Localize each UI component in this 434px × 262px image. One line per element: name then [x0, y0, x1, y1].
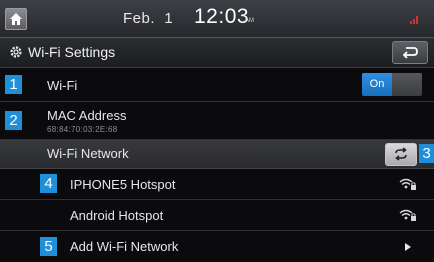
wifi-secured-icon: [399, 209, 416, 221]
add-wifi-network-row[interactable]: 5 Add Wi-Fi Network: [0, 231, 434, 262]
wifi-label: Wi-Fi: [47, 78, 78, 93]
screen: Feb. 1 12:03 AM Wi-Fi Settings 1 Wi-Fi O…: [0, 0, 434, 262]
refresh-button[interactable]: [385, 143, 417, 166]
back-button[interactable]: [392, 41, 428, 64]
title-bar: Wi-Fi Settings: [0, 38, 434, 68]
callout-number: 3: [419, 144, 434, 163]
back-icon: [402, 47, 418, 59]
callout-number: 2: [5, 111, 22, 130]
callout-number: 1: [5, 75, 22, 94]
add-network-label: Add Wi-Fi Network: [70, 239, 179, 254]
refresh-icon: [395, 147, 407, 161]
date-text: Feb. 1: [123, 10, 174, 27]
toggle-on-label: On: [362, 73, 392, 96]
wifi-toggle[interactable]: On: [362, 73, 422, 96]
mac-address-value: 68:84:70:03:2E:68: [47, 125, 118, 134]
page-title: Wi-Fi Settings: [28, 44, 116, 60]
network-list-item[interactable]: Android Hotspot: [0, 200, 434, 231]
network-name: Android Hotspot: [70, 208, 164, 223]
callout-number: 5: [40, 237, 57, 256]
wifi-network-section: Wi-Fi Network 3: [0, 140, 434, 169]
clock-ampm: AM: [245, 18, 254, 24]
chevron-right-icon: [405, 243, 411, 251]
section-title: Wi-Fi Network: [47, 146, 129, 161]
network-list-item[interactable]: 4 IPHONE5 Hotspot: [0, 169, 434, 200]
wifi-secured-icon: [399, 178, 416, 190]
mac-address-label: MAC Address: [47, 108, 127, 123]
gear-icon: [10, 46, 22, 58]
clock-time: 12:03: [194, 5, 250, 28]
home-icon: [10, 13, 22, 25]
callout-number: 4: [40, 174, 57, 193]
home-button[interactable]: [5, 8, 27, 30]
status-bar: Feb. 1 12:03 AM: [0, 0, 434, 38]
mac-address-row: 2 MAC Address 68:84:70:03:2E:68: [0, 102, 434, 140]
wifi-toggle-row[interactable]: 1 Wi-Fi On: [0, 69, 434, 102]
network-name: IPHONE5 Hotspot: [70, 177, 176, 192]
signal-icon: [410, 16, 418, 24]
